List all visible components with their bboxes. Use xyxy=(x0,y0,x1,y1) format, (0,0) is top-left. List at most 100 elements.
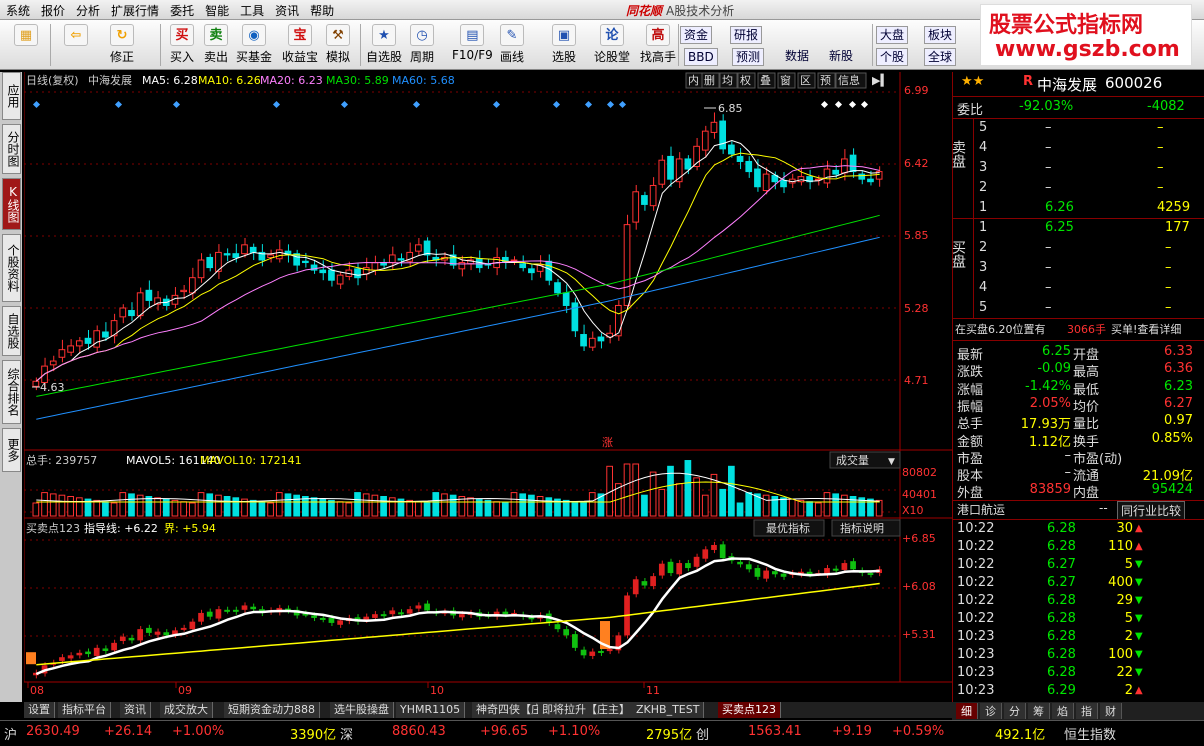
indicator-tab-10[interactable]: 买卖点123 xyxy=(718,702,781,718)
sell-level-row[interactable]: 3 – – xyxy=(953,160,1204,178)
toolbar-separator xyxy=(872,24,873,66)
toolbar-small-yuce[interactable]: 预测 xyxy=(732,48,765,66)
toolbar-button-4[interactable]: 卖卖出 xyxy=(204,24,228,65)
indicator-tab-2[interactable]: 资讯 xyxy=(120,702,151,718)
toolbar-small-quanqiu[interactable]: 全球 xyxy=(924,48,957,66)
toolbar-button-14[interactable]: 高找高手 xyxy=(640,24,676,65)
indicator-tab-4[interactable]: 短期资金动力888 xyxy=(224,702,320,718)
menu-item[interactable]: 智能 xyxy=(205,2,237,19)
volume-bar xyxy=(197,492,205,517)
industry-name[interactable]: 港口航运 xyxy=(957,501,1005,518)
quote-tab-2[interactable]: 分 xyxy=(1004,703,1026,719)
candle-body xyxy=(684,158,692,170)
toolbar-small-bbd[interactable]: BBD xyxy=(684,48,718,66)
toolbar-small-shuju[interactable]: 数据 xyxy=(782,48,812,66)
toolbar-button-9[interactable]: ◷ 周期 xyxy=(410,24,434,65)
quote-tab-6[interactable]: 财 xyxy=(1100,703,1122,719)
buy-level-row[interactable]: 5 – – xyxy=(953,300,1204,318)
stat-row: 振幅 2.05% 均价 6.27 xyxy=(953,396,1204,415)
left-tab-1[interactable]: 分时图 xyxy=(2,124,21,174)
sz-index[interactable]: 8860.43 xyxy=(392,724,446,739)
kline-chart-area[interactable]: 日线(复权) 中海发展 MA5: 6.28 MA10: 6.26 MA20: 6.23 M… xyxy=(23,72,952,702)
indicator-tab-3[interactable]: 成交放大 xyxy=(160,702,213,718)
sell-level-row[interactable]: 4 – – xyxy=(953,140,1204,158)
weicha-value: -4082 xyxy=(1147,99,1185,114)
indicator-tab-1[interactable]: 指标平台 xyxy=(58,702,111,718)
left-tab-0[interactable]: 应用 xyxy=(2,72,21,120)
menu-item[interactable]: 报价 xyxy=(41,2,73,19)
volume-bar xyxy=(58,494,66,517)
toolbar-button-6[interactable]: 宝收益宝 xyxy=(282,24,318,65)
quote-tab-1[interactable]: 诊 xyxy=(980,703,1002,719)
volume-bar xyxy=(267,502,274,517)
toolbar-small-banku[interactable]: 板块 xyxy=(924,26,957,44)
menu-item[interactable]: 委托 xyxy=(170,2,202,19)
left-tab-2[interactable]: K线图 xyxy=(2,178,21,230)
indicator-body xyxy=(102,648,109,651)
kline-chart-svg[interactable]: 日线(复权) 中海发展 MA5: 6.28 MA10: 6.26 MA20: 6.23 M… xyxy=(23,72,952,702)
buy-level-row[interactable]: 4 – – xyxy=(953,280,1204,298)
toolbar-small-dapan[interactable]: 大盘 xyxy=(876,26,909,44)
indicator-tab-8[interactable]: 即将拉升【庄主】 xyxy=(538,702,635,718)
toolbar-small-gegu[interactable]: 个股 xyxy=(876,48,909,66)
toolbar-button-13[interactable]: 论论股堂 xyxy=(594,24,630,65)
menu-item[interactable]: 资讯 xyxy=(275,2,307,19)
toolbar-button-5[interactable]: ◉ 买基金 xyxy=(236,24,272,65)
indicator-tab-9[interactable]: ZKHB_TEST xyxy=(632,702,705,718)
hs-label[interactable]: 恒生指数 xyxy=(1064,724,1116,743)
quote-tab-3[interactable]: 筹 xyxy=(1028,703,1050,719)
candle-body xyxy=(84,337,92,344)
toolbar-small-zijin[interactable]: 资金 xyxy=(680,26,713,44)
left-tab-5[interactable]: 综合排名 xyxy=(2,360,21,424)
toolbar-button-8[interactable]: ★ 自选股 xyxy=(366,24,402,65)
menu-item[interactable]: 系统 xyxy=(6,2,38,19)
toolbar-small-yanbao[interactable]: 研报 xyxy=(730,26,763,44)
candle-body xyxy=(93,330,101,348)
quote-tab-0[interactable]: 细 xyxy=(956,703,978,719)
toolbar-small-xinfu[interactable]: 新股 xyxy=(826,48,856,66)
buy-level-row[interactable]: 2 – – xyxy=(953,240,1204,258)
buy-level-row[interactable]: 3 – – xyxy=(953,260,1204,278)
menu-item[interactable]: 分析 xyxy=(76,2,108,19)
quote-tab-5[interactable]: 指 xyxy=(1076,703,1098,719)
big-order-notice[interactable]: 在买盘6.20位置有 3066手 买单!查看详细 xyxy=(953,321,1204,339)
toolbar-button-7[interactable]: ⚒ 模拟 xyxy=(326,24,350,65)
expand-icon[interactable]: ▶▍ xyxy=(872,73,889,87)
tick-price: 6.28 xyxy=(1047,611,1076,626)
toolbar-button-0[interactable]: ▦ xyxy=(14,24,38,48)
left-tab-6[interactable]: 更多 xyxy=(2,428,21,472)
left-tab-4[interactable]: 自选股 xyxy=(2,306,21,356)
sell-level-row[interactable]: 2 – – xyxy=(953,180,1204,198)
indicator-body xyxy=(832,568,839,571)
sh-index[interactable]: 2630.49 xyxy=(26,724,80,739)
quote-tab-4[interactable]: 焰 xyxy=(1052,703,1074,719)
volume-bar xyxy=(467,497,474,517)
indicator-tab-5[interactable]: 选牛股操盘 xyxy=(330,702,394,718)
toolbar-button-3[interactable]: 买买入 xyxy=(170,24,194,65)
toolbar-button-10[interactable]: ▤ F10/F9 xyxy=(452,24,493,62)
toolbar-button-1[interactable]: ⇦ xyxy=(64,24,88,48)
indicator-tab-6[interactable]: YHMR1105 xyxy=(396,702,466,718)
toolbar-button-12[interactable]: ▣ 选股 xyxy=(552,24,576,65)
indicator-guide-line: 指导线: +6.22 xyxy=(84,521,158,535)
tick-price: 6.29 xyxy=(1047,683,1076,698)
sh-amount: 3390亿 xyxy=(290,728,337,743)
buy-volume: – xyxy=(1165,240,1172,255)
indicator-tab-0[interactable]: 设置 xyxy=(24,702,55,718)
buy-level-row[interactable]: 1 6.25 177 xyxy=(953,220,1204,238)
toolbar-button-2[interactable]: ↻ 修正 xyxy=(110,24,134,65)
toolbar-button-11[interactable]: ✎ 画线 xyxy=(500,24,524,65)
sell-level: 5 xyxy=(979,120,988,135)
indicator-body xyxy=(154,631,161,635)
volume-bar xyxy=(762,494,770,517)
tick-volume: 30 xyxy=(1116,521,1133,536)
menu-item[interactable]: 工具 xyxy=(240,2,272,19)
cy-index[interactable]: 1563.41 xyxy=(748,724,802,739)
menu-item[interactable]: 扩展行情 xyxy=(111,2,167,19)
menu-item[interactable]: 帮助 xyxy=(310,2,342,19)
left-tab-3[interactable]: 个股资料 xyxy=(2,234,21,302)
notice-link[interactable]: 买单!查看详细 xyxy=(1111,321,1181,337)
sell-level-row[interactable]: 1 6.26 4259 xyxy=(953,200,1204,218)
sell-level-row[interactable]: 5 – – xyxy=(953,120,1204,138)
industry-compare-button[interactable]: 同行业比较 xyxy=(1117,501,1186,520)
